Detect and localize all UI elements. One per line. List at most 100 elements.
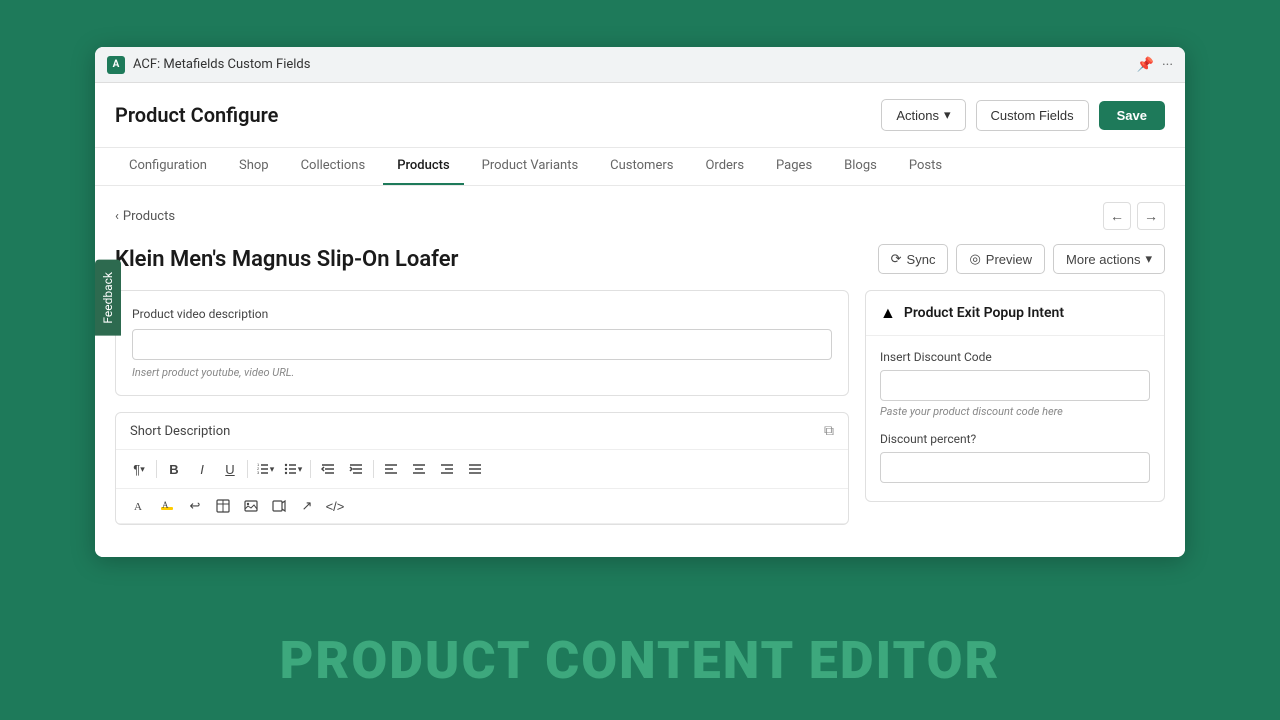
preview-button[interactable]: ◎ Preview [956, 244, 1045, 274]
breadcrumb-next-button[interactable]: → [1137, 202, 1165, 230]
tab-collections[interactable]: Collections [287, 148, 380, 185]
outdent-button[interactable] [315, 456, 341, 482]
discount-percent-label: Discount percent? [880, 432, 1150, 446]
breadcrumb-back-icon: ‹ [115, 209, 119, 224]
browser-actions: 📌 ··· [1137, 57, 1173, 73]
table-button[interactable] [210, 493, 236, 519]
video-field-label: Product video description [132, 307, 832, 321]
align-center-button[interactable] [406, 456, 432, 482]
feedback-label: Feedback [101, 272, 115, 324]
image-button[interactable] [238, 493, 264, 519]
toolbar-sep2 [247, 460, 248, 478]
svg-text:3: 3 [257, 470, 260, 475]
ordered-list-button[interactable]: 123 ▾ [252, 456, 278, 482]
bold-button[interactable]: B [161, 456, 187, 482]
save-button[interactable]: Save [1099, 101, 1165, 130]
prev-icon: ← [1110, 208, 1124, 224]
breadcrumb-prev-button[interactable]: ← [1103, 202, 1131, 230]
toolbar-sep3 [310, 460, 311, 478]
side-panel-body: Insert Discount Code Paste your product … [866, 336, 1164, 501]
actions-label: Actions [896, 108, 939, 123]
collapse-icon[interactable]: ▲ [880, 303, 896, 323]
more-actions-button[interactable]: More actions ▾ [1053, 244, 1165, 274]
tab-configuration[interactable]: Configuration [115, 148, 221, 185]
underline-button[interactable]: U [217, 456, 243, 482]
ul-chevron-icon: ▾ [298, 464, 303, 475]
paragraph-dropdown[interactable]: ¶ ▾ [126, 456, 152, 482]
discount-code-label: Insert Discount Code [880, 350, 1150, 364]
sync-button[interactable]: ⟳ Sync [878, 244, 949, 274]
browser-window: A ACF: Metafields Custom Fields 📌 ··· Pr… [95, 47, 1185, 557]
unordered-list-button[interactable]: ▾ [280, 456, 306, 482]
tab-shop[interactable]: Shop [225, 148, 283, 185]
side-column: ▲ Product Exit Popup Intent Insert Disco… [865, 290, 1165, 502]
discount-code-hint: Paste your product discount code here [880, 405, 1150, 418]
toolbar-row1: ¶ ▾ B I U 123 ▾ [116, 450, 848, 489]
short-description-card: Short Description ⧉ ¶ ▾ B I [115, 412, 849, 525]
bottom-banner: PRODUCT CONTENT EDITOR [0, 600, 1280, 720]
font-color-button[interactable]: A [126, 493, 152, 519]
browser-tab-title: ACF: Metafields Custom Fields [133, 57, 1129, 72]
product-actions: ⟳ Sync ◎ Preview More actions ▾ [878, 244, 1165, 274]
nav-tabs: Configuration Shop Collections Products … [95, 148, 1185, 186]
tab-product-variants[interactable]: Product Variants [468, 148, 593, 185]
breadcrumb-link[interactable]: ‹ Products [115, 209, 175, 224]
custom-fields-button[interactable]: Custom Fields [976, 100, 1089, 131]
app-content: Product Configure Actions ▾ Custom Field… [95, 83, 1185, 557]
code-button[interactable]: </> [322, 493, 348, 519]
product-title: Klein Men's Magnus Slip-On Loafer [115, 247, 458, 272]
tab-pages[interactable]: Pages [762, 148, 826, 185]
header-actions: Actions ▾ Custom Fields Save [881, 99, 1165, 131]
page-title: Product Configure [115, 103, 278, 127]
undo-button[interactable]: ↩ [182, 493, 208, 519]
svg-text:A: A [162, 500, 169, 510]
toolbar-sep4 [373, 460, 374, 478]
copy-icon[interactable]: ⧉ [824, 423, 834, 439]
tab-products[interactable]: Products [383, 148, 463, 185]
tab-customers[interactable]: Customers [596, 148, 687, 185]
svg-text:A: A [134, 501, 142, 513]
app-header: Product Configure Actions ▾ Custom Field… [95, 83, 1185, 148]
italic-button[interactable]: I [189, 456, 215, 482]
breadcrumb: ‹ Products ← → [115, 202, 1165, 230]
highlight-button[interactable]: A [154, 493, 180, 519]
preview-icon: ◎ [969, 251, 980, 267]
side-panel-title: Product Exit Popup Intent [904, 305, 1064, 321]
indent-button[interactable] [343, 456, 369, 482]
video-url-input[interactable] [132, 329, 832, 360]
video-field-hint: Insert product youtube, video URL. [132, 366, 832, 379]
more-actions-label: More actions [1066, 252, 1140, 267]
actions-button[interactable]: Actions ▾ [881, 99, 965, 131]
browser-more-icon[interactable]: ··· [1162, 57, 1173, 73]
video-description-card: Product video description Insert product… [115, 290, 849, 396]
video-button[interactable] [266, 493, 292, 519]
tab-blogs[interactable]: Blogs [830, 148, 891, 185]
next-icon: → [1144, 208, 1158, 224]
align-left-button[interactable] [378, 456, 404, 482]
discount-percent-input[interactable] [880, 452, 1150, 483]
align-right-button[interactable] [434, 456, 460, 482]
preview-label: Preview [986, 252, 1032, 267]
justify-button[interactable] [462, 456, 488, 482]
acf-logo: A [107, 56, 125, 74]
page-content: ‹ Products ← → Klein Men's Magnus Slip-O… [95, 186, 1185, 541]
side-panel-header: ▲ Product Exit Popup Intent [866, 291, 1164, 336]
link-button[interactable]: ↗ [294, 493, 320, 519]
pin-icon[interactable]: 📌 [1137, 57, 1154, 73]
feedback-tab[interactable]: Feedback [95, 260, 121, 336]
breadcrumb-label: Products [123, 209, 175, 224]
discount-code-input[interactable] [880, 370, 1150, 401]
sync-label: Sync [907, 252, 936, 267]
actions-chevron-icon: ▾ [944, 107, 951, 123]
product-title-row: Klein Men's Magnus Slip-On Loafer ⟳ Sync… [115, 244, 1165, 274]
browser-chrome: A ACF: Metafields Custom Fields 📌 ··· [95, 47, 1185, 83]
main-column: Product video description Insert product… [115, 290, 849, 525]
ol-chevron-icon: ▾ [270, 464, 275, 475]
tab-orders[interactable]: Orders [691, 148, 758, 185]
desc-card-title: Short Description [130, 424, 230, 439]
two-col-layout: Product video description Insert product… [115, 290, 1165, 525]
desc-card-header: Short Description ⧉ [116, 413, 848, 450]
tab-posts[interactable]: Posts [895, 148, 956, 185]
toolbar-sep1 [156, 460, 157, 478]
more-actions-chevron-icon: ▾ [1145, 251, 1152, 267]
